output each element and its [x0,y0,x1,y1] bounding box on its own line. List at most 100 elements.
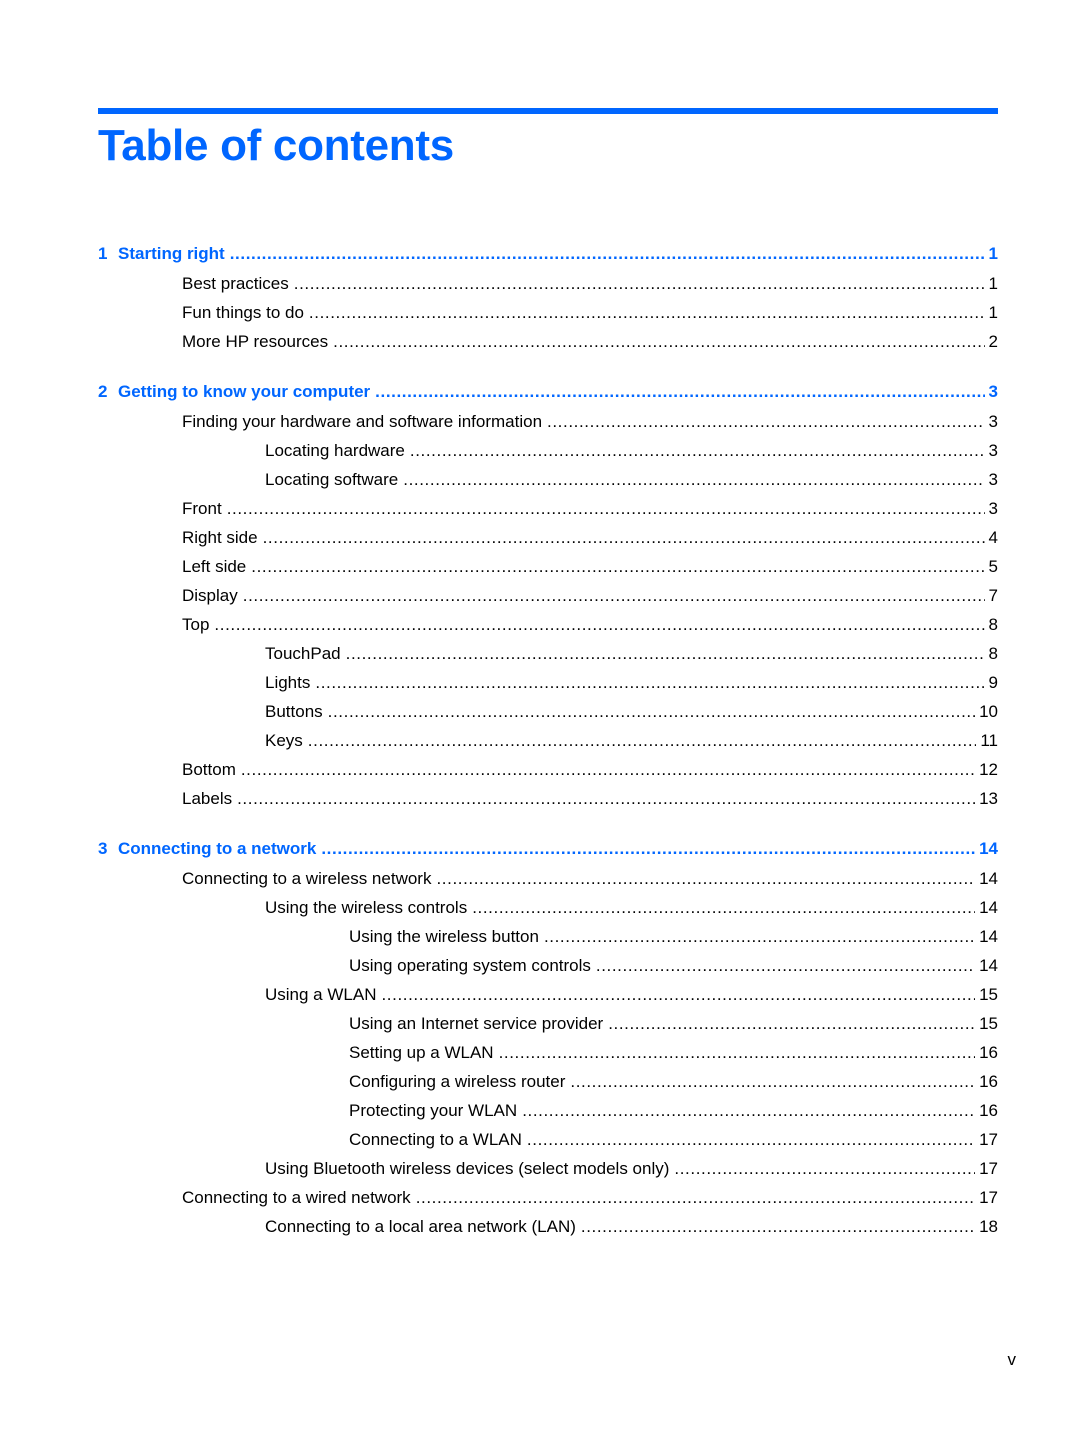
chapter-page-number: 3 [988,382,998,401]
toc-chapter-2: 2 Getting to know your computer 3 Findin… [98,376,998,813]
entry-title: Connecting to a local area network (LAN) [265,1217,576,1236]
dot-leader [309,298,985,327]
title-rule [98,108,998,114]
entry-page-number: 4 [988,528,998,547]
entry-title: Connecting to a WLAN [349,1130,522,1149]
dot-leader [328,697,975,726]
dot-leader [241,755,975,784]
entry-page-number: 14 [979,898,998,917]
entry-title: Bottom [182,760,236,779]
dot-leader [315,668,984,697]
dot-leader [544,922,975,951]
toc-entry[interactable]: Finding your hardware and software infor… [98,407,998,436]
toc-entry[interactable]: Connecting to a WLAN 17 [98,1125,998,1154]
entry-page-number: 3 [988,441,998,460]
dot-leader [403,465,984,494]
toc-entry[interactable]: Bottom 12 [98,755,998,784]
toc-entry[interactable]: Using Bluetooth wireless devices (select… [98,1154,998,1183]
entry-page-number: 17 [979,1188,998,1207]
dot-leader [308,726,977,755]
dot-leader [416,1183,975,1212]
page-number-footer: v [1007,1350,1017,1369]
toc-entry[interactable]: More HP resources 2 [98,327,998,356]
toc-entry[interactable]: Top 8 [98,610,998,639]
entry-title: Using the wireless button [349,927,539,946]
entry-title: Lights [265,673,311,692]
toc-entry[interactable]: Fun things to do 1 [98,298,998,327]
entry-page-number: 3 [988,470,998,489]
toc-entry[interactable]: Using the wireless controls 14 [98,893,998,922]
toc-entry[interactable]: Using operating system controls 14 [98,951,998,980]
toc-entry[interactable]: Buttons 10 [98,697,998,726]
toc-entry[interactable]: Protecting your WLAN 16 [98,1096,998,1125]
toc-entry[interactable]: Using an Internet service provider 15 [98,1009,998,1038]
entry-title: Labels [182,789,233,808]
dot-leader [375,376,984,407]
toc-entry[interactable]: Connecting to a wireless network 14 [98,864,998,893]
toc-entry[interactable]: Locating software 3 [98,465,998,494]
entry-title: Using operating system controls [349,956,591,975]
dot-leader [472,893,975,922]
toc-chapter-heading[interactable]: 2 Getting to know your computer 3 [98,376,998,407]
toc-entry[interactable]: Configuring a wireless router 16 [98,1067,998,1096]
dot-leader [527,1125,975,1154]
toc-entries: Best practices 1 Fun things to do 1 More… [98,269,998,356]
entry-title: Buttons [265,702,323,721]
dot-leader [237,784,975,813]
dot-leader [436,864,975,893]
entry-page-number: 8 [988,644,998,663]
entry-title: Connecting to a wireless network [182,869,432,888]
entry-title: Front [182,499,222,518]
toc-entry[interactable]: Setting up a WLAN 16 [98,1038,998,1067]
toc-entry[interactable]: Labels 13 [98,784,998,813]
chapter-number: 2 [98,382,108,401]
entry-title: Locating hardware [265,441,405,460]
entry-page-number: 14 [979,927,998,946]
chapter-number: 1 [98,244,108,263]
toc-chapter-1: 1 Starting right 1 Best practices 1 Fun … [98,238,998,356]
entry-title: Configuring a wireless router [349,1072,566,1091]
entry-page-number: 15 [979,985,998,1004]
entry-page-number: 16 [979,1043,998,1062]
toc-entry[interactable]: Front 3 [98,494,998,523]
entry-title: Keys [265,731,303,750]
toc-entry[interactable]: Using a WLAN 15 [98,980,998,1009]
entry-page-number: 10 [979,702,998,721]
entry-page-number: 3 [988,412,998,431]
toc-chapter-heading[interactable]: 1 Starting right 1 [98,238,998,269]
entry-title: Using an Internet service provider [349,1014,604,1033]
dot-leader [214,610,984,639]
toc-entry[interactable]: Right side 4 [98,523,998,552]
entry-title: More HP resources [182,332,329,351]
dot-leader [570,1067,975,1096]
entry-page-number: 9 [988,673,998,692]
entry-page-number: 14 [979,869,998,888]
toc-entry[interactable]: Connecting to a wired network 17 [98,1183,998,1212]
dot-leader [263,523,985,552]
toc-entry[interactable]: Lights 9 [98,668,998,697]
dot-leader [346,639,985,668]
dot-leader [499,1038,976,1067]
entry-page-number: 3 [988,499,998,518]
toc-entry[interactable]: TouchPad 8 [98,639,998,668]
toc-chapter-heading[interactable]: 3 Connecting to a network 14 [98,833,998,864]
toc-entry[interactable]: Locating hardware 3 [98,436,998,465]
toc-entry[interactable]: Display 7 [98,581,998,610]
dot-leader [674,1154,975,1183]
toc-entry[interactable]: Left side 5 [98,552,998,581]
entry-title: Using Bluetooth wireless devices (select… [265,1159,670,1178]
entry-title: Best practices [182,274,289,293]
toc-entry[interactable]: Keys 11 [98,726,998,755]
toc-entry[interactable]: Best practices 1 [98,269,998,298]
dot-leader [333,327,984,356]
entry-title: Locating software [265,470,399,489]
dot-leader [581,1212,975,1241]
toc-entry[interactable]: Using the wireless button 14 [98,922,998,951]
toc-entry[interactable]: Connecting to a local area network (LAN)… [98,1212,998,1241]
dot-leader [251,552,984,581]
entry-title: Right side [182,528,258,547]
dot-leader [596,951,975,980]
entry-page-number: 15 [979,1014,998,1033]
entry-page-number: 11 [980,731,998,750]
dot-leader [608,1009,975,1038]
